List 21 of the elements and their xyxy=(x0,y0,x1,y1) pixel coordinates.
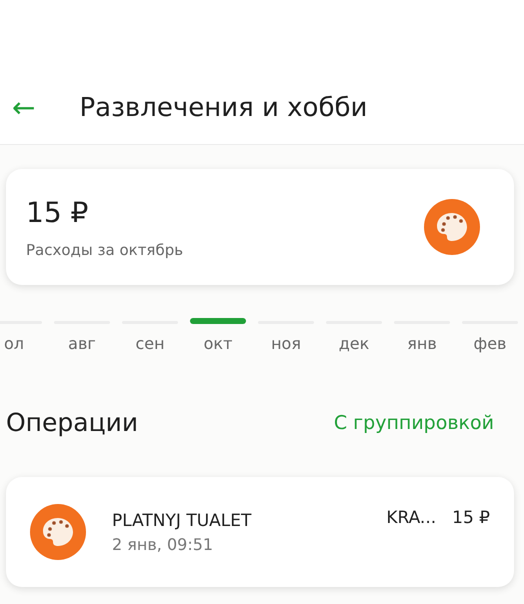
month-tab[interactable]: окт xyxy=(184,321,252,353)
operation-date: 2 янв, 09:51 xyxy=(112,534,214,554)
month-tab[interactable]: ноя xyxy=(252,321,320,353)
month-tab[interactable]: дек xyxy=(320,321,388,353)
month-tab[interactable]: янв xyxy=(388,321,456,353)
total-amount: 15 ₽ xyxy=(26,196,90,228)
month-tab[interactable]: ол xyxy=(0,321,48,353)
back-button[interactable]: ← xyxy=(12,94,36,122)
operation-amount: 15 ₽ xyxy=(452,508,490,528)
month-tab[interactable]: авг xyxy=(48,321,116,353)
month-tab[interactable]: сен xyxy=(116,321,184,353)
operation-place: KRA... xyxy=(386,508,436,528)
screen-title: Развлечения и хобби xyxy=(79,93,368,123)
palette-icon xyxy=(424,199,480,255)
palette-icon xyxy=(30,504,86,560)
operation-name: PLATNYJ TUALET xyxy=(112,510,252,530)
summary-caption: Расходы за октябрь xyxy=(26,240,184,258)
section-title: Операции xyxy=(6,408,138,437)
operation-card[interactable]: PLATNYJ TUALET 2 янв, 09:51 KRA... 15 ₽ xyxy=(6,477,514,587)
month-tab[interactable]: фев xyxy=(456,321,524,353)
grouping-link[interactable]: С группировкой xyxy=(334,412,494,434)
